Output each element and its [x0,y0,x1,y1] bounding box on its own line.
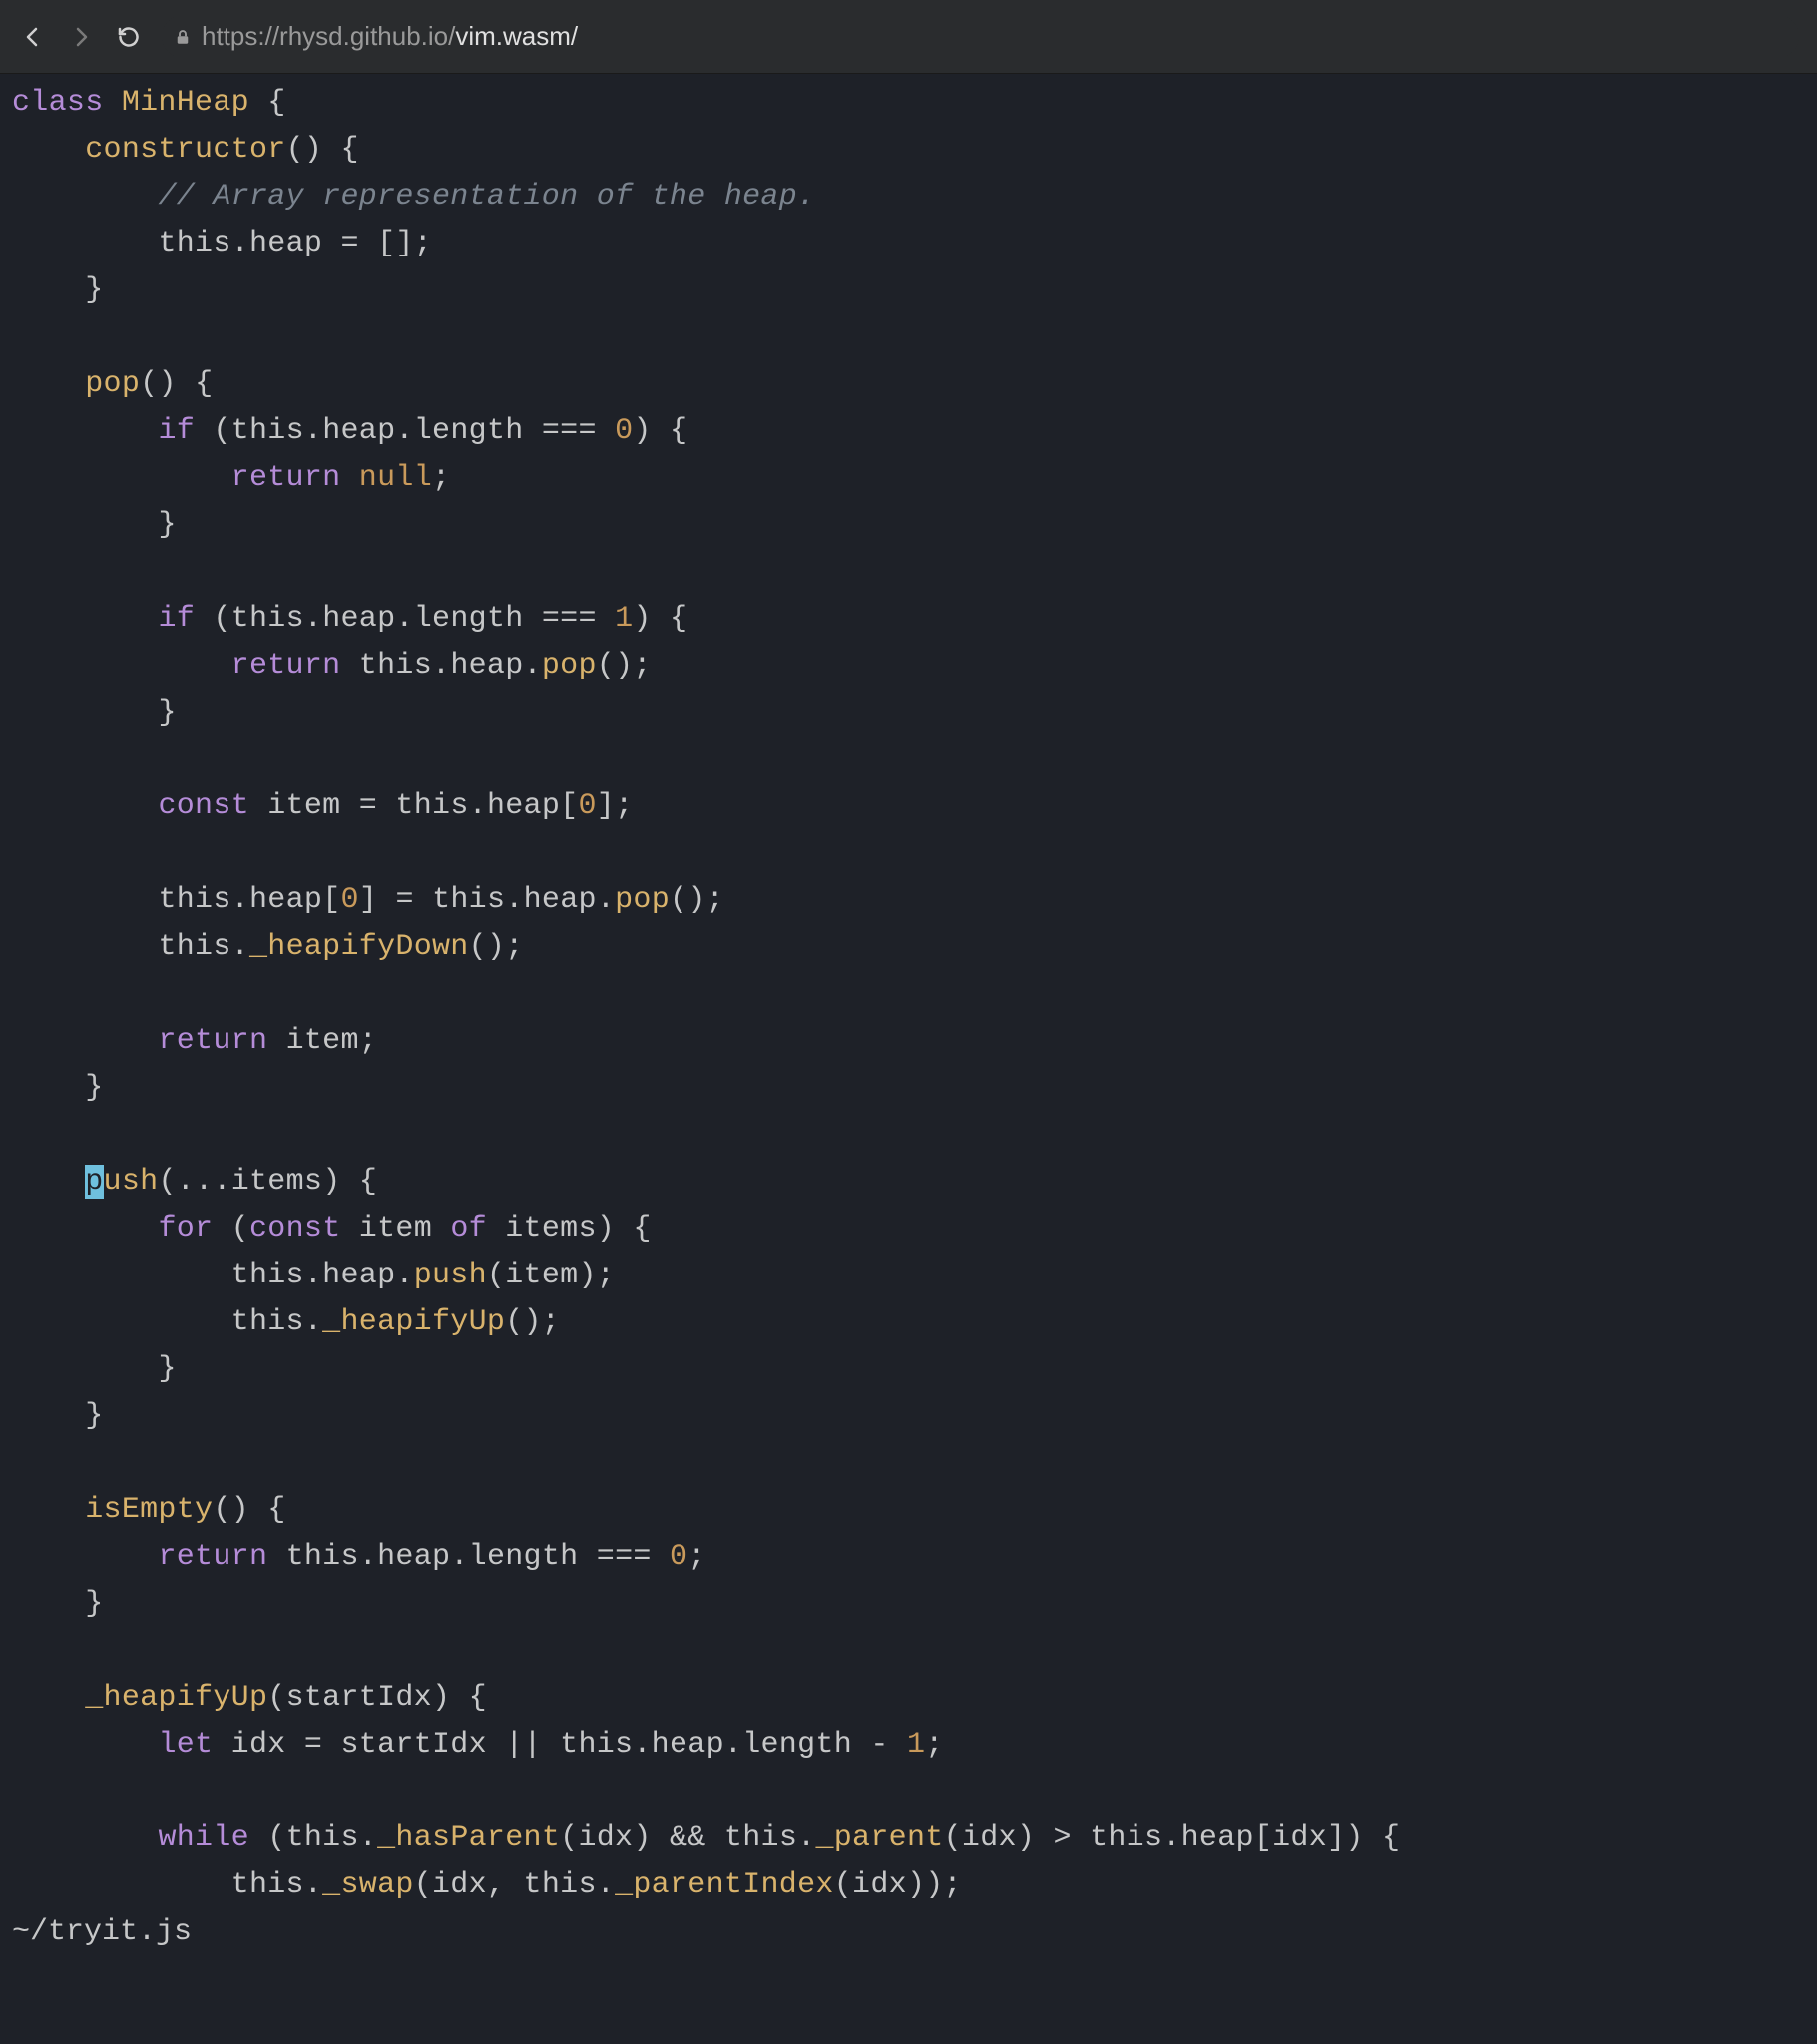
browser-toolbar: https://rhysd.github.io/vim.wasm/ [0,0,1817,74]
reload-button[interactable] [114,25,144,49]
forward-button[interactable] [66,25,96,49]
code-buffer[interactable]: class MinHeap { constructor() { // Array… [0,80,1817,1909]
address-bar[interactable]: https://rhysd.github.io/vim.wasm/ [162,15,1799,58]
url-text: https://rhysd.github.io/vim.wasm/ [202,21,578,52]
back-button[interactable] [18,25,48,49]
vim-status-line: ~/tryit.js [0,1909,1817,1956]
vim-editor[interactable]: class MinHeap { constructor() { // Array… [0,74,1817,2044]
lock-icon [174,28,192,46]
